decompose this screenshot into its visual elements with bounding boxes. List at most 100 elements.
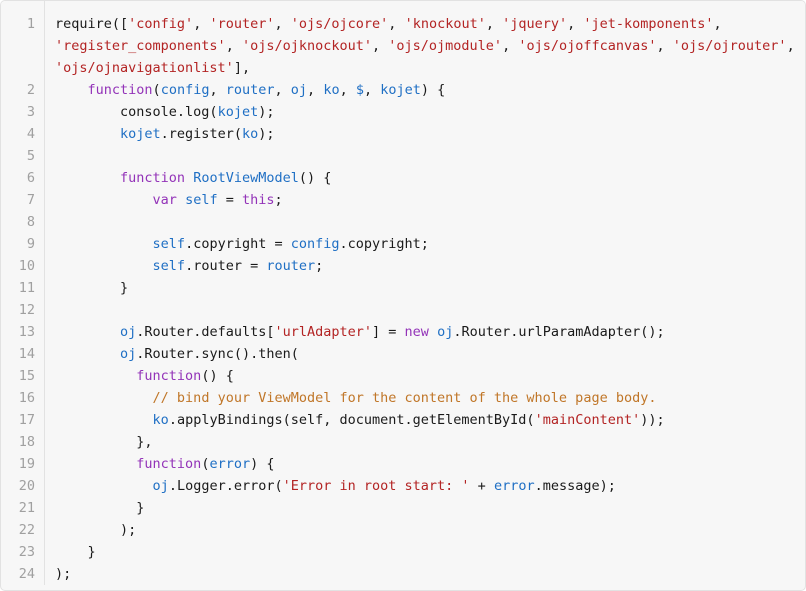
code-token: new [404, 324, 429, 340]
code-line: }, [55, 431, 805, 453]
gutter-top-spacer [1, 1, 35, 13]
code-token: 'Error in root start: ' [282, 478, 470, 494]
code-block: 1 2 3 4 5 6 7 8 9 10 11 12 13 14 15 16 17 18 19 20 21 22 23 24 … [0, 0, 806, 591]
line-number-gutter: 1 2 3 4 5 6 7 8 9 10 11 12 13 14 15 16 17 18 19 20 21 22 23 24 [1, 1, 45, 585]
code-token: 'ojs/ojoffcanvas' [518, 38, 657, 54]
code-line: ); [55, 519, 805, 541]
code-token: )); [640, 412, 665, 428]
code-token: 'urlAdapter' [274, 324, 373, 340]
code-token: 'register_components' [55, 38, 226, 54]
code-token: .router = [185, 258, 267, 274]
code-line: function(config, router, oj, ko, $, koje… [55, 79, 805, 101]
code-token: config [290, 236, 340, 252]
code-token: kojet [120, 126, 161, 142]
line-number: 5 [26, 148, 35, 164]
line-number: 8 [26, 214, 35, 230]
code-line: } [55, 497, 805, 519]
code-token: , [713, 16, 730, 32]
code-token: self [152, 236, 186, 252]
code-token: function [120, 170, 186, 186]
code-token: function [87, 82, 153, 98]
code-token: , [193, 16, 210, 32]
code-line: self.copyright = config.copyright; [55, 233, 805, 255]
code-token: ] = [372, 324, 405, 340]
code-token: , [274, 16, 291, 32]
code-token: , [339, 82, 356, 98]
code-line: ko.applyBindings(self, document.getEleme… [55, 409, 805, 431]
line-number: 18 [18, 434, 35, 450]
line-number: 23 [18, 544, 35, 560]
code-token: } [55, 500, 145, 516]
line-number: 1 [26, 16, 35, 32]
code-line: oj.Logger.error('Error in root start: ' … [55, 475, 805, 497]
line-number: 3 [26, 104, 35, 120]
code-token: ko [241, 126, 259, 142]
line-number: 20 [18, 478, 35, 494]
code-token: var [152, 192, 177, 208]
code-token: ], [233, 60, 251, 76]
code-line: ); [55, 563, 805, 585]
code-line: function(error) { [55, 453, 805, 475]
code-token: ); [55, 566, 72, 582]
code-token: // bind your ViewModel for the content o… [152, 390, 657, 406]
line-number: 24 [18, 566, 35, 582]
code-token: 'mainContent' [534, 412, 641, 428]
code-content-cell[interactable]: require(['config', 'router', 'ojs/ojcore… [44, 1, 805, 585]
code-token: require([ [55, 16, 129, 32]
code-token: 'jquery' [502, 16, 568, 32]
line-number: 6 [26, 170, 35, 186]
code-line: } [55, 541, 805, 563]
code-token: ko [152, 412, 169, 428]
code-token: function [136, 456, 202, 472]
code-token: ; [315, 258, 324, 274]
code-top-spacer [55, 1, 805, 13]
code-token: console.log( [55, 104, 218, 120]
code-token: oj [290, 82, 308, 98]
code-token: , [786, 38, 803, 54]
code-token: kojet [380, 82, 421, 98]
code-token: 'ojs/ojmodule' [388, 38, 503, 54]
code-token: 'ojs/ojrouter' [672, 38, 787, 54]
code-token: , [274, 82, 291, 98]
code-token: + [469, 478, 494, 494]
code-token: , [225, 38, 242, 54]
code-line: } [55, 277, 805, 299]
code-token: error [209, 456, 251, 472]
code-token: error [493, 478, 535, 494]
code-token: , [372, 38, 389, 54]
line-number: 19 [18, 456, 35, 472]
code-token: } [55, 280, 129, 296]
code-token: .Router.defaults[ [136, 324, 275, 340]
code-token: 'knockout' [404, 16, 486, 32]
code-token: 'ojs/ojknockout' [241, 38, 372, 54]
code-token: $ [355, 82, 364, 98]
code-token: = [217, 192, 242, 208]
code-token: oj [152, 478, 169, 494]
code-token: RootViewModel [193, 170, 299, 186]
code-token: , [209, 82, 226, 98]
code-token: .register( [160, 126, 242, 142]
code-token: kojet [217, 104, 259, 120]
code-token: }, [55, 434, 153, 450]
line-number: 12 [18, 302, 35, 318]
code-line: oj.Router.sync().then( [55, 343, 805, 365]
source-code[interactable]: require(['config', 'router', 'ojs/ojcore… [55, 13, 805, 585]
code-token: , [502, 38, 519, 54]
line-number: 9 [26, 236, 35, 252]
line-number: 15 [18, 368, 35, 384]
code-line: function RootViewModel() { [55, 167, 805, 189]
line-number: 13 [18, 324, 35, 340]
code-line: oj.Router.defaults['urlAdapter'] = new o… [55, 321, 805, 343]
code-token: .message); [534, 478, 616, 494]
code-token: function [136, 368, 202, 384]
code-token: router [266, 258, 316, 274]
